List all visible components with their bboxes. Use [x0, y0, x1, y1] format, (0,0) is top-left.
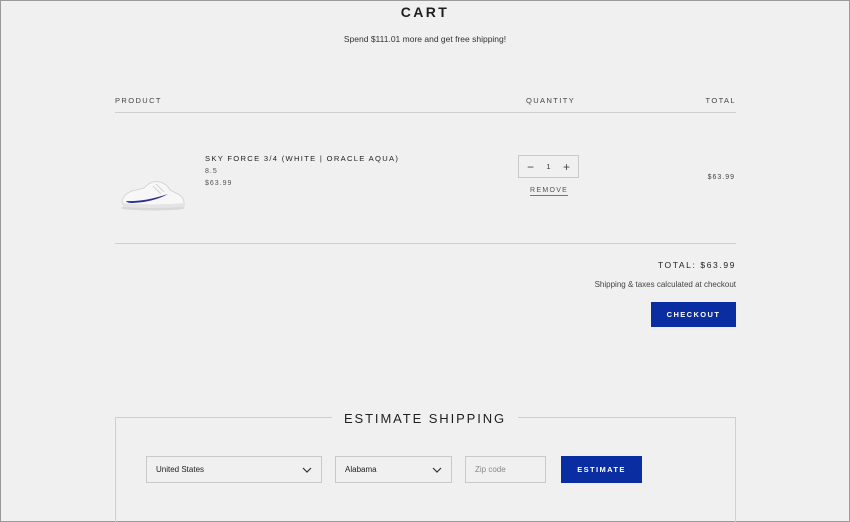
plus-icon[interactable]: +: [563, 161, 570, 173]
shipping-taxes-note: Shipping & taxes calculated at checkout: [594, 280, 736, 289]
product-price: $63.99: [205, 180, 233, 187]
column-header-total: TOTAL: [705, 96, 736, 105]
quantity-stepper: − 1 +: [518, 155, 579, 178]
cart-total: TOTAL: $63.99: [657, 260, 736, 270]
header-divider: [115, 112, 736, 113]
page-title: CART: [400, 4, 450, 20]
column-header-product: PRODUCT: [115, 96, 162, 105]
minus-icon[interactable]: −: [527, 161, 534, 173]
country-select[interactable]: United States: [146, 456, 322, 483]
column-header-quantity: QUANTITY: [526, 96, 576, 105]
free-shipping-message: Spend $111.01 more and get free shipping…: [343, 34, 507, 44]
chevron-down-icon: [302, 467, 312, 473]
state-select-value: Alabama: [345, 465, 377, 474]
line-item-total: $63.99: [707, 174, 735, 181]
chevron-down-icon: [432, 467, 442, 473]
checkout-button[interactable]: CHECKOUT: [651, 302, 736, 327]
product-name[interactable]: SKY FORCE 3/4 (WHITE | ORACLE AQUA): [205, 154, 399, 163]
quantity-value[interactable]: 1: [546, 162, 550, 171]
estimate-shipping-heading-wrap: ESTIMATE SHIPPING: [0, 410, 850, 428]
estimate-shipping-heading: ESTIMATE SHIPPING: [331, 411, 519, 426]
sneaker-image[interactable]: [118, 172, 188, 212]
items-divider: [115, 243, 736, 244]
remove-item-link[interactable]: REMOVE: [530, 187, 569, 196]
zip-code-input[interactable]: [465, 456, 546, 483]
product-size: 8.5: [205, 168, 218, 175]
state-select[interactable]: Alabama: [335, 456, 452, 483]
country-select-value: United States: [156, 465, 205, 474]
estimate-button[interactable]: ESTIMATE: [561, 456, 642, 483]
